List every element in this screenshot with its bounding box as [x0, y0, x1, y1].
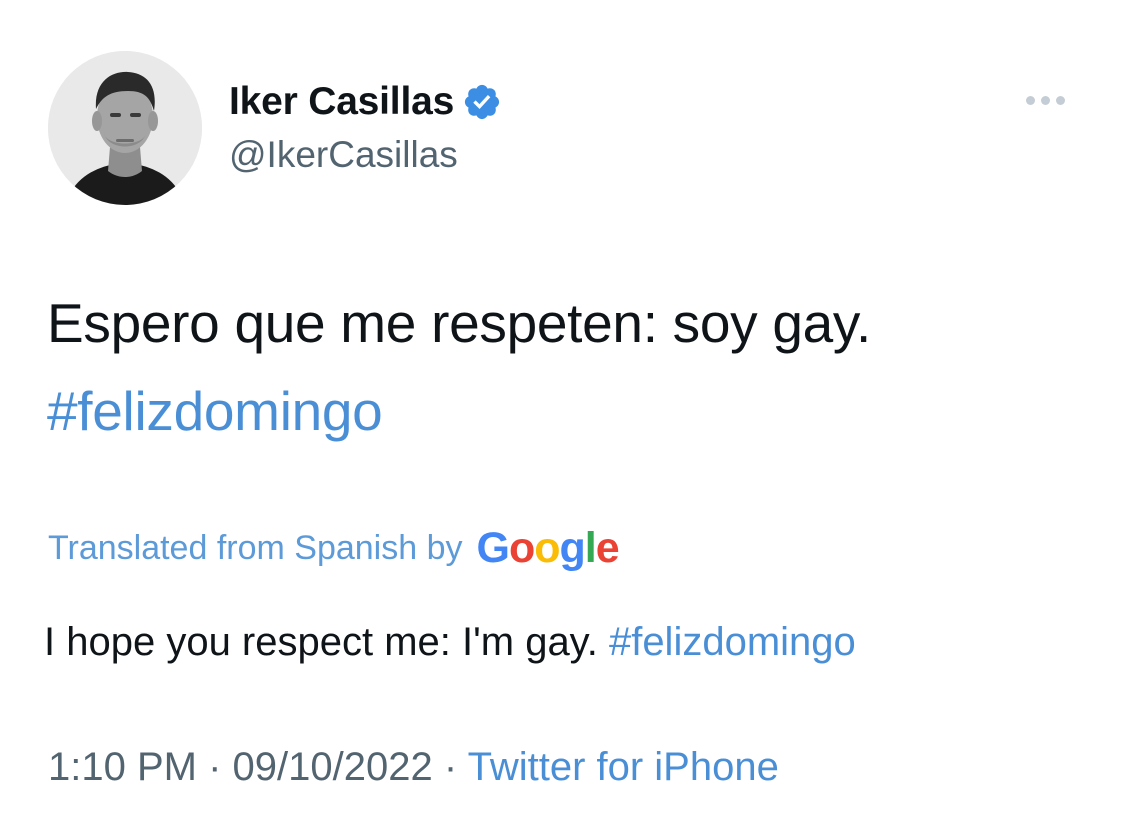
more-dot — [1026, 95, 1035, 105]
tweet-card: Iker Casillas @IkerCasillas Espero que m… — [0, 0, 1125, 829]
tweet-time[interactable]: 1:10 PM — [48, 745, 197, 789]
translated-tweet: I hope you respect me: I'm gay. #felizdo… — [44, 620, 856, 665]
author-display-name[interactable]: Iker Casillas — [229, 80, 454, 124]
verified-badge-icon — [462, 82, 502, 122]
tweet-source-link[interactable]: Twitter for iPhone — [468, 745, 779, 789]
translated-hashtag-link[interactable]: #felizdomingo — [609, 620, 856, 664]
tweet-body: Espero que me respeten: soy gay. #felizd… — [47, 279, 1087, 455]
author-handle[interactable]: @IkerCasillas — [229, 134, 458, 176]
translated-text: I hope you respect me: I'm gay. — [44, 620, 598, 664]
tweet-meta: 1:10 PM · 09/10/2022 · Twitter for iPhon… — [48, 745, 779, 790]
translation-attribution[interactable]: Translated from Spanish by Google — [48, 522, 620, 574]
meta-separator: · — [443, 745, 458, 789]
author-name-row[interactable]: Iker Casillas — [229, 78, 502, 126]
more-dot — [1041, 95, 1050, 105]
more-icon[interactable] — [1026, 90, 1074, 110]
google-logo: Google — [476, 523, 620, 572]
tweet-text: Espero que me respeten: soy gay. — [47, 292, 872, 354]
avatar-photo — [48, 51, 202, 205]
tweet-date[interactable]: 09/10/2022 — [233, 745, 433, 789]
avatar[interactable] — [48, 51, 202, 205]
meta-separator: · — [208, 745, 222, 789]
tweet-hashtag-link[interactable]: #felizdomingo — [47, 380, 383, 442]
translation-label: Translated from Spanish by — [48, 528, 463, 567]
more-dot — [1056, 95, 1065, 105]
